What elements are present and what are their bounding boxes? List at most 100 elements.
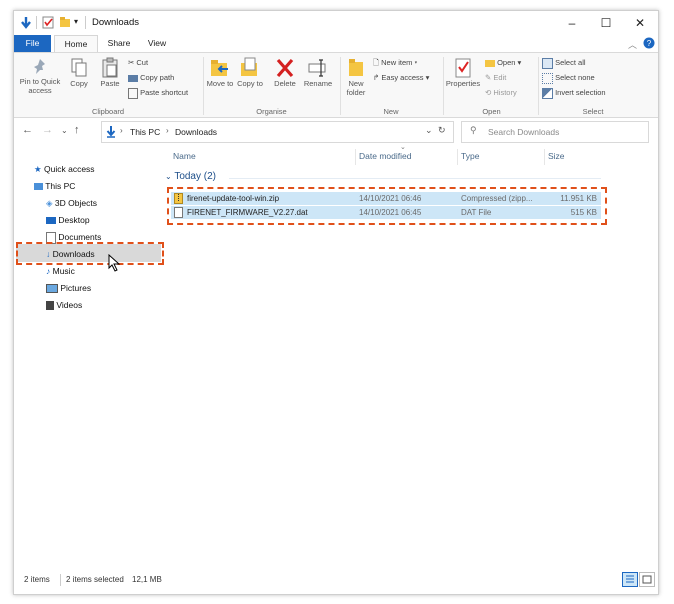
nav-item-pictures[interactable]: Pictures — [46, 280, 91, 296]
copy-button[interactable]: Copy — [65, 57, 93, 88]
breadcrumb-downloads[interactable]: Downloads — [175, 127, 217, 137]
copy-to-label: Copy to — [237, 79, 263, 88]
nav-label: Music — [52, 266, 75, 276]
nav-item-this-pc[interactable]: This PC — [34, 178, 75, 194]
paste-shortcut-label: Paste shortcut — [140, 88, 189, 97]
group-label: Today (2) — [174, 171, 216, 182]
delete-icon — [276, 58, 294, 78]
cut-label: Cut — [136, 58, 149, 67]
status-selection-size: 12,1 MB — [132, 575, 162, 584]
pin-quick-access-button[interactable]: Pin to Quick access — [17, 57, 63, 95]
group-header-today[interactable]: ⌄ Today (2) — [165, 171, 216, 182]
paste-button[interactable]: Paste — [96, 57, 124, 88]
status-selection: 2 items selected — [66, 575, 124, 584]
select-all-button[interactable]: Select all — [542, 56, 586, 69]
nav-item-3d-objects[interactable]: ◈ 3D Objects — [46, 195, 97, 211]
search-icon: ⚲ — [470, 125, 477, 135]
column-header-date[interactable]: Date modified — [359, 151, 411, 161]
window-title: Downloads — [92, 17, 139, 28]
breadcrumb-separator: › — [166, 126, 169, 135]
organise-group-name: Organise — [256, 107, 287, 116]
pin-icon — [34, 59, 45, 74]
sort-indicator-icon: ⌄ — [400, 144, 406, 151]
easy-access-button[interactable]: ↱ Easy access ▾ — [373, 71, 429, 84]
minimize-button[interactable]: – — [555, 11, 589, 35]
nav-label: 3D Objects — [54, 198, 97, 208]
nav-item-desktop[interactable]: Desktop — [46, 212, 90, 228]
rename-button[interactable]: Rename — [301, 57, 335, 88]
column-divider — [457, 149, 458, 165]
down-arrow-icon[interactable] — [20, 16, 32, 30]
open-icon — [485, 59, 495, 67]
tab-share[interactable]: Share — [102, 35, 136, 52]
move-to-button[interactable]: Move to — [206, 57, 234, 88]
nav-item-quick-access[interactable]: ★ Quick access — [34, 161, 95, 177]
nav-label: Documents — [58, 232, 102, 242]
pictures-icon — [46, 284, 58, 294]
new-group-name: New — [383, 107, 399, 116]
back-arrow-icon[interactable]: ← — [22, 124, 33, 136]
paste-label: Paste — [100, 79, 120, 88]
forward-arrow-icon[interactable]: → — [42, 124, 53, 136]
videos-icon — [46, 301, 54, 311]
copy-path-icon — [128, 74, 138, 82]
details-view-icon — [626, 575, 634, 583]
music-icon: ♪ — [46, 266, 51, 276]
select-none-icon — [542, 72, 553, 84]
large-icons-view-icon — [642, 575, 652, 584]
paste-shortcut-icon — [128, 87, 138, 99]
nav-label: This PC — [45, 181, 76, 191]
ribbon: Pin to Quick access Copy Paste ✂ Cut Cop… — [14, 52, 658, 118]
new-folder-qat-icon[interactable] — [59, 16, 71, 28]
select-none-button[interactable]: Select none — [542, 71, 595, 84]
cut-button[interactable]: ✂ Cut — [128, 56, 148, 69]
up-arrow-icon[interactable]: ↑ — [74, 124, 80, 136]
properties-button[interactable]: Properties — [444, 57, 482, 88]
close-button[interactable]: ✕ — [623, 11, 657, 35]
address-dropdown-icon[interactable]: ⌄ — [425, 125, 433, 136]
new-item-button[interactable]: 🗋 New item ▾ — [373, 56, 417, 69]
delete-button[interactable]: Delete — [270, 57, 300, 88]
tab-file[interactable]: File — [14, 35, 51, 52]
edit-button[interactable]: ✎ Edit — [485, 71, 506, 84]
copy-to-button[interactable]: Copy to — [236, 57, 264, 88]
nav-label: Pictures — [60, 283, 92, 293]
search-box[interactable]: ⚲ Search Downloads — [461, 121, 649, 143]
open-group-name: Open — [482, 107, 501, 116]
tab-view[interactable]: View — [141, 35, 173, 52]
qat-dropdown-icon[interactable]: ▾ — [74, 17, 78, 26]
breadcrumb-this-pc[interactable]: This PC — [130, 127, 160, 137]
invert-selection-label: Invert selection — [555, 88, 606, 97]
properties-qat-icon[interactable] — [42, 16, 54, 29]
collapse-ribbon-icon[interactable]: ︿ — [628, 38, 637, 51]
column-header-type[interactable]: Type — [461, 151, 479, 161]
history-icon: ⟲ — [485, 88, 492, 97]
paste-shortcut-button[interactable]: Paste shortcut — [128, 86, 188, 99]
copy-path-button[interactable]: Copy path — [128, 71, 174, 84]
help-icon[interactable]: ? — [643, 37, 655, 49]
history-label: History — [493, 88, 517, 97]
clipboard-group-name: Clipboard — [91, 107, 125, 116]
search-input[interactable]: Search Downloads — [488, 127, 559, 137]
nav-item-music[interactable]: ♪ Music — [46, 263, 75, 279]
invert-selection-button[interactable]: Invert selection — [542, 86, 606, 99]
pc-icon — [34, 183, 43, 191]
easy-access-label: Easy access — [381, 73, 424, 82]
select-group-name: Select — [582, 107, 604, 116]
copy-path-label: Copy path — [140, 73, 175, 82]
recent-locations-icon[interactable]: ⌄ — [61, 126, 68, 135]
refresh-icon[interactable]: ↻ — [438, 125, 446, 136]
maximize-button[interactable]: ☐ — [589, 11, 623, 35]
select-all-icon — [542, 57, 553, 69]
details-view-button[interactable] — [622, 572, 638, 587]
large-icons-view-button[interactable] — [639, 572, 655, 587]
column-header-name[interactable]: Name — [173, 151, 196, 161]
column-header-size[interactable]: Size — [548, 151, 565, 161]
nav-item-videos[interactable]: Videos — [46, 297, 82, 313]
address-bar[interactable]: › This PC › Downloads ⌄ ↻ — [101, 121, 454, 143]
history-button[interactable]: ⟲ History — [485, 86, 517, 99]
copy-icon — [71, 58, 87, 77]
new-folder-button[interactable]: New folder — [342, 57, 370, 97]
desktop-icon — [46, 217, 56, 225]
open-button[interactable]: Open ▾ — [485, 56, 521, 69]
